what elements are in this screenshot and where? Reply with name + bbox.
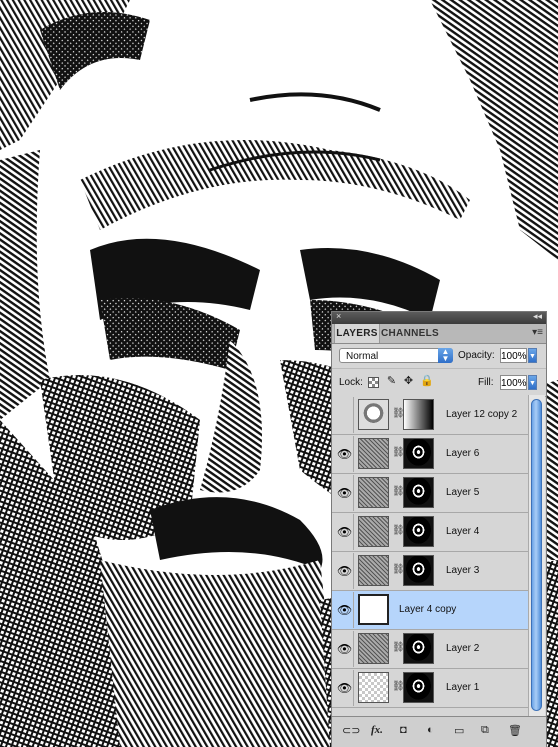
fill-label: Fill: xyxy=(478,377,494,388)
panel-tabs: LAYERS CHANNELS ▾≡ xyxy=(332,324,546,344)
layer-list: ⛓ Layer 12 copy 2 👁 ⛓ Layer 6 👁 ⛓ Layer 5 👁 ⛓ Laye… xyxy=(332,395,528,716)
layer-name[interactable]: Layer 5 xyxy=(446,487,479,498)
layer-mask-thumbnail[interactable] xyxy=(403,516,434,547)
layer-name[interactable]: Layer 1 xyxy=(446,682,479,693)
layer-name[interactable]: Layer 3 xyxy=(446,565,479,576)
layer-thumbnail[interactable] xyxy=(358,672,389,703)
eye-icon: 👁 xyxy=(337,681,353,695)
layer-list-scrollbar[interactable] xyxy=(528,395,545,716)
visibility-toggle[interactable]: 👁 xyxy=(334,436,354,472)
fill-input[interactable]: 100% xyxy=(500,375,527,390)
layer-name[interactable]: Layer 6 xyxy=(446,448,479,459)
layer-row[interactable]: 👁 ⛓ Layer 2 xyxy=(332,630,528,669)
new-layer-icon[interactable]: ⧉ xyxy=(481,724,489,737)
link-layers-icon[interactable]: ⊂⊃ xyxy=(342,724,360,737)
layer-thumbnail[interactable] xyxy=(358,438,389,469)
lock-paint-icon[interactable]: ✎ xyxy=(385,375,398,388)
layer-row[interactable]: 👁 ⛓ Layer 6 xyxy=(332,435,528,474)
layer-thumbnail[interactable] xyxy=(358,516,389,547)
lock-all-icon[interactable]: 🔒 xyxy=(420,375,434,388)
trash-icon[interactable]: 🗑 xyxy=(508,724,522,737)
layer-row[interactable]: 👁 ⛓ Layer 3 xyxy=(332,552,528,591)
close-icon[interactable]: × xyxy=(336,311,341,321)
lock-transparency-icon[interactable] xyxy=(368,377,379,388)
lock-label: Lock: xyxy=(339,377,363,388)
lock-position-icon[interactable]: ✥ xyxy=(402,375,415,388)
layer-name[interactable]: Layer 4 xyxy=(446,526,479,537)
panel-menu-icon[interactable]: ▾≡ xyxy=(532,327,543,338)
blend-row: Normal ▲ ▼ Opacity: 100% ▼ xyxy=(332,344,546,369)
layer-thumbnail[interactable] xyxy=(358,477,389,508)
layer-name[interactable]: Layer 12 copy 2 xyxy=(446,409,517,420)
add-mask-icon[interactable]: ◘ xyxy=(400,724,407,736)
tab-layers[interactable]: LAYERS xyxy=(334,324,380,343)
opacity-input[interactable]: 100% xyxy=(500,348,527,363)
new-group-folder-icon[interactable]: ▭ xyxy=(454,724,464,737)
layer-thumbnail[interactable] xyxy=(358,555,389,586)
panel-title-bar[interactable]: × ◂◂ xyxy=(332,311,546,324)
tab-channels[interactable]: CHANNELS xyxy=(381,324,439,343)
layer-thumbnail[interactable] xyxy=(358,594,389,625)
visibility-toggle[interactable]: 👁 xyxy=(334,670,354,706)
opacity-dropdown-icon[interactable]: ▼ xyxy=(528,348,537,363)
eye-icon: 👁 xyxy=(337,486,353,500)
eye-icon: 👁 xyxy=(337,447,353,461)
visibility-toggle[interactable]: 👁 xyxy=(334,514,354,550)
lock-row: Lock: ✎ ✥ 🔒 Fill: 100% ▼ xyxy=(332,369,546,397)
layer-row[interactable]: 👁 ⛓ Layer 4 xyxy=(332,513,528,552)
eye-icon: 👁 xyxy=(337,564,353,578)
opacity-label: Opacity: xyxy=(458,350,495,361)
eye-icon: 👁 xyxy=(337,603,353,617)
layer-row[interactable]: ⛓ Layer 12 copy 2 xyxy=(332,396,528,435)
visibility-toggle[interactable]: 👁 xyxy=(334,631,354,667)
fill-dropdown-icon[interactable]: ▼ xyxy=(528,375,537,390)
visibility-toggle[interactable]: 👁 xyxy=(334,475,354,511)
layer-row[interactable]: 👁 ⛓ Layer 1 xyxy=(332,669,528,708)
scroll-thumb[interactable] xyxy=(531,399,542,711)
layer-mask-thumbnail[interactable] xyxy=(403,438,434,469)
layer-mask-thumbnail[interactable] xyxy=(403,633,434,664)
adjustment-layer-icon[interactable]: ◐ xyxy=(427,724,434,736)
layer-style-fx-icon[interactable]: fx. xyxy=(371,724,383,736)
layer-row[interactable]: 👁 ⛓ Layer 5 xyxy=(332,474,528,513)
chevron-updown-icon: ▲ ▼ xyxy=(438,348,453,363)
blend-mode-value: Normal xyxy=(346,351,379,362)
layer-row[interactable]: 👁 Layer 4 copy xyxy=(332,591,528,630)
eye-icon: 👁 xyxy=(337,642,353,656)
layer-mask-thumbnail[interactable] xyxy=(403,672,434,703)
layers-panel: × ◂◂ LAYERS CHANNELS ▾≡ Normal ▲ ▼ Opacit… xyxy=(331,311,547,747)
layer-thumbnail[interactable] xyxy=(358,399,389,430)
layer-thumbnail[interactable] xyxy=(358,633,389,664)
collapse-icon[interactable]: ◂◂ xyxy=(533,311,542,322)
layer-name[interactable]: Layer 2 xyxy=(446,643,479,654)
visibility-toggle[interactable]: 👁 xyxy=(334,592,354,628)
blend-mode-select[interactable]: Normal ▲ ▼ xyxy=(339,348,453,363)
layer-mask-thumbnail[interactable] xyxy=(403,399,434,430)
visibility-toggle[interactable]: 👁 xyxy=(334,553,354,589)
visibility-toggle[interactable] xyxy=(334,397,354,433)
panel-bottom-bar: ⊂⊃ fx. ◘ ◐ ▭ ⧉ 🗑 xyxy=(332,716,546,747)
eye-icon: 👁 xyxy=(337,525,353,539)
layer-mask-thumbnail[interactable] xyxy=(403,555,434,586)
layer-mask-thumbnail[interactable] xyxy=(403,477,434,508)
layer-name[interactable]: Layer 4 copy xyxy=(399,604,456,615)
